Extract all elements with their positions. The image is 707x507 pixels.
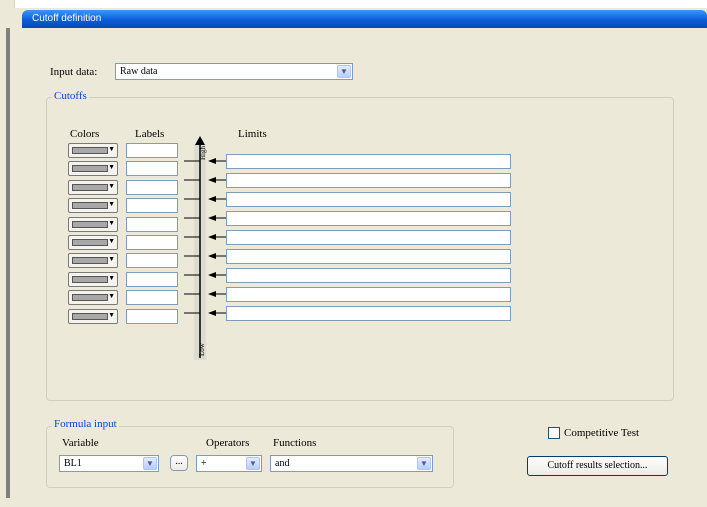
cutoff-label-input[interactable] [126, 217, 178, 232]
color-picker-button[interactable]: ▼ [68, 143, 118, 158]
cutoff-label-input[interactable] [126, 180, 178, 195]
chevron-down-icon[interactable]: ▼ [108, 255, 115, 263]
input-data-value: Raw data [120, 66, 158, 77]
chevron-down-icon[interactable]: ▼ [108, 163, 115, 171]
operators-combo[interactable]: + ▼ [196, 455, 262, 472]
cutoff-label-input[interactable] [126, 272, 178, 287]
chevron-down-icon[interactable]: ▼ [246, 457, 260, 470]
scale-low-label: Low [198, 343, 206, 356]
color-picker-button[interactable]: ▼ [68, 217, 118, 232]
chevron-down-icon[interactable]: ▼ [337, 65, 351, 78]
input-data-label: Input data: [50, 66, 98, 78]
color-swatch [72, 221, 108, 228]
chevron-down-icon[interactable]: ▼ [108, 292, 115, 300]
chevron-down-icon[interactable]: ▼ [108, 145, 115, 153]
color-swatch [72, 257, 108, 264]
functions-label: Functions [273, 437, 317, 449]
cutoff-limit-input[interactable] [226, 230, 511, 245]
chevron-down-icon[interactable]: ▼ [108, 311, 115, 319]
chevron-down-icon[interactable]: ▼ [108, 182, 115, 190]
chevron-down-icon[interactable]: ▼ [108, 200, 115, 208]
color-swatch [72, 276, 108, 283]
cutoff-limit-input[interactable] [226, 268, 511, 283]
color-picker-button[interactable]: ▼ [68, 290, 118, 305]
functions-combo[interactable]: and ▼ [270, 455, 433, 472]
color-swatch [72, 313, 108, 320]
chevron-down-icon[interactable]: ▼ [108, 219, 115, 227]
cutoff-limit-input[interactable] [226, 173, 511, 188]
operators-label: Operators [206, 437, 250, 449]
cutoff-limit-input[interactable] [226, 192, 511, 207]
window-title: Cutoff definition [32, 13, 102, 24]
competitive-test-checkbox[interactable] [548, 427, 560, 439]
variable-combo[interactable]: BL1 ▼ [59, 455, 159, 472]
labels-header: Labels [135, 128, 165, 140]
colors-header: Colors [70, 128, 100, 140]
cutoff-label-input[interactable] [126, 198, 178, 213]
cutoff-limit-input[interactable] [226, 287, 511, 302]
cutoff-label-input[interactable] [126, 290, 178, 305]
chevron-down-icon[interactable]: ▼ [108, 274, 115, 282]
color-swatch [72, 165, 108, 172]
cutoff-scale [184, 136, 226, 360]
color-picker-button[interactable]: ▼ [68, 272, 118, 287]
cutoff-label-input[interactable] [126, 309, 178, 324]
input-data-combo[interactable]: Raw data ▼ [115, 63, 353, 80]
scale-high-label: High [199, 146, 207, 160]
chevron-down-icon[interactable]: ▼ [143, 457, 157, 470]
cutoff-limit-input[interactable] [226, 211, 511, 226]
chevron-down-icon[interactable]: ▼ [417, 457, 431, 470]
cutoff-label-input[interactable] [126, 253, 178, 268]
operators-value: + [201, 458, 207, 469]
color-picker-button[interactable]: ▼ [68, 235, 118, 250]
ellipsis-button[interactable]: ... [170, 455, 188, 471]
cutoff-limit-input[interactable] [226, 154, 511, 169]
variable-label: Variable [62, 437, 99, 449]
formula-input-group-label: Formula input [52, 418, 119, 430]
cutoff-limit-input[interactable] [226, 306, 511, 321]
color-picker-button[interactable]: ▼ [68, 180, 118, 195]
color-picker-button[interactable]: ▼ [68, 309, 118, 324]
color-picker-button[interactable]: ▼ [68, 253, 118, 268]
left-sidebar-strip [0, 0, 15, 507]
cutoff-results-selection-button[interactable]: Cutoff results selection... [527, 456, 668, 476]
color-swatch [72, 147, 108, 154]
cutoff-label-input[interactable] [126, 161, 178, 176]
color-picker-button[interactable]: ▼ [68, 198, 118, 213]
cutoff-limit-input[interactable] [226, 249, 511, 264]
cutoff-label-input[interactable] [126, 235, 178, 250]
chevron-down-icon[interactable]: ▼ [108, 237, 115, 245]
competitive-test-label: Competitive Test [564, 427, 640, 439]
title-bar: Cutoff definition [22, 10, 707, 28]
color-swatch [72, 239, 108, 246]
color-swatch [72, 294, 108, 301]
cutoffs-group-label: Cutoffs [52, 90, 89, 102]
color-picker-button[interactable]: ▼ [68, 161, 118, 176]
color-swatch [72, 202, 108, 209]
variable-value: BL1 [64, 458, 82, 469]
limits-header: Limits [238, 128, 267, 140]
functions-value: and [275, 458, 290, 469]
cutoff-label-input[interactable] [126, 143, 178, 158]
color-swatch [72, 184, 108, 191]
